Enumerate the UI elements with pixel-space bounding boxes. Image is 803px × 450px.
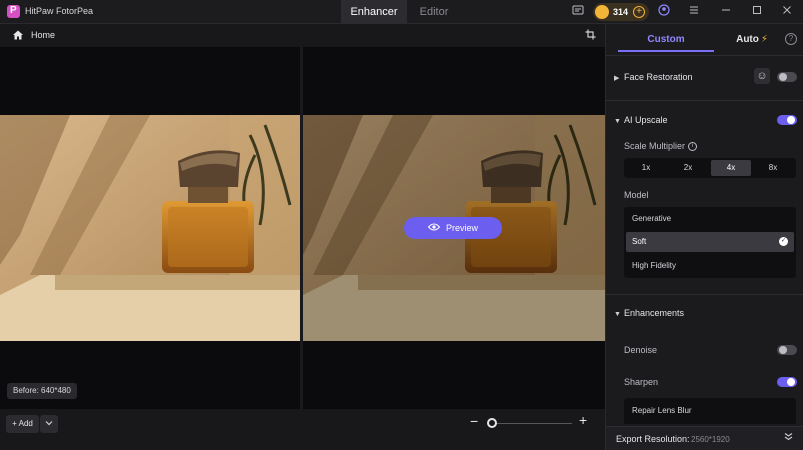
feedback-icon[interactable] xyxy=(570,4,586,20)
ai-upscale-header[interactable]: ▼ AI Upscale xyxy=(614,115,668,125)
app-title: HitPaw FotorPea xyxy=(25,6,94,16)
zoom-out-icon[interactable]: − xyxy=(470,413,478,429)
ai-upscale-label: AI Upscale xyxy=(624,115,668,125)
tab-custom[interactable]: Custom xyxy=(618,28,714,52)
face-restoration-header[interactable]: ▶ Face Restoration xyxy=(614,72,693,82)
breadcrumb-home[interactable]: Home xyxy=(31,30,55,40)
sharpen-label: Sharpen xyxy=(624,377,659,387)
model-option-generative[interactable]: Generative xyxy=(626,209,794,229)
scale-option-4x[interactable]: 4x xyxy=(711,160,751,176)
scale-option-8x[interactable]: 8x xyxy=(753,160,793,176)
scale-option-1x[interactable]: 1x xyxy=(626,160,666,176)
before-image xyxy=(0,115,300,341)
tab-auto-label: Auto xyxy=(736,34,759,45)
help-icon[interactable]: ? xyxy=(785,33,797,45)
coin-icon xyxy=(595,5,609,19)
chevron-down-icon[interactable] xyxy=(40,415,58,433)
divider xyxy=(606,100,803,101)
preview-button[interactable]: Preview xyxy=(404,217,502,239)
app-logo xyxy=(7,5,20,18)
chevron-double-down-icon[interactable] xyxy=(784,432,793,444)
tab-enhancer[interactable]: Enhancer xyxy=(341,0,407,24)
home-icon[interactable] xyxy=(12,29,24,41)
ai-upscale-toggle[interactable] xyxy=(777,115,797,125)
scale-option-2x[interactable]: 2x xyxy=(668,160,708,176)
add-credits-icon[interactable]: + xyxy=(633,6,645,18)
model-label: Model xyxy=(624,190,649,200)
scale-multiplier-text: Scale Multiplier xyxy=(624,141,686,151)
zoom-slider[interactable] xyxy=(492,423,572,424)
repair-lens-blur-label: Repair Lens Blur xyxy=(632,406,692,415)
settings-panel: Custom Auto ⚡ ? ▶ Face Restoration ☺ ▼ AI U… xyxy=(605,24,803,450)
denoise-toggle[interactable] xyxy=(777,345,797,355)
info-icon[interactable]: i xyxy=(688,142,698,152)
eye-icon xyxy=(427,217,441,239)
divider xyxy=(606,55,803,56)
repair-lens-blur-option[interactable]: Repair Lens Blur xyxy=(624,398,796,424)
close-icon[interactable] xyxy=(779,4,795,20)
bolt-icon: ⚡ xyxy=(760,34,768,45)
model-option-high-fidelity[interactable]: High Fidelity xyxy=(626,256,794,276)
tab-auto[interactable]: Auto ⚡ xyxy=(716,28,788,52)
export-resolution-value: 2560*1920 xyxy=(691,435,730,444)
export-resolution-label: Export Resolution: xyxy=(616,434,690,444)
maximize-icon[interactable] xyxy=(749,4,765,20)
zoom-in-icon[interactable]: + xyxy=(579,412,587,428)
tab-editor[interactable]: Editor xyxy=(408,0,460,24)
divider xyxy=(606,294,803,295)
enhancements-label: Enhancements xyxy=(624,308,685,318)
scale-multiplier-label: Scale Multiplier i xyxy=(624,141,698,152)
denoise-label: Denoise xyxy=(624,345,658,355)
image-canvas[interactable]: Preview Before: 640*480 xyxy=(0,47,605,409)
model-option-soft[interactable]: Soft ✓ xyxy=(626,232,794,252)
credits-count: 314 xyxy=(613,7,629,17)
caret-down-icon: ▼ xyxy=(614,311,621,318)
breadcrumb-bar: Home xyxy=(0,24,605,47)
sharpen-toggle[interactable] xyxy=(777,377,797,387)
minimize-icon[interactable] xyxy=(718,4,734,20)
preview-label: Preview xyxy=(445,223,478,233)
menu-icon[interactable] xyxy=(686,4,702,20)
face-icon[interactable]: ☺ xyxy=(754,68,770,84)
bottom-toolbar: + Add − + xyxy=(0,409,605,450)
crop-icon[interactable] xyxy=(585,29,596,43)
model-list: Generative Soft ✓ High Fidelity xyxy=(624,207,796,278)
caret-down-icon: ▼ xyxy=(614,118,621,125)
add-image-button[interactable]: + Add xyxy=(6,415,39,433)
zoom-slider-handle[interactable] xyxy=(487,418,497,428)
face-restoration-toggle[interactable] xyxy=(777,72,797,82)
scale-multiplier-selector: 1x 2x 4x 8x xyxy=(624,158,796,178)
model-option-soft-label: Soft xyxy=(632,237,647,246)
check-icon: ✓ xyxy=(779,237,788,246)
account-icon[interactable] xyxy=(656,4,672,20)
export-resolution-bar[interactable]: Export Resolution: 2560*1920 xyxy=(606,426,803,450)
caret-right-icon: ▶ xyxy=(614,75,620,82)
face-restoration-label: Face Restoration xyxy=(624,72,693,82)
before-resolution-badge: Before: 640*480 xyxy=(7,383,77,399)
credits-badge[interactable]: 314 + xyxy=(593,3,649,21)
enhancements-header[interactable]: ▼ Enhancements xyxy=(614,308,684,318)
title-bar: HitPaw FotorPea Enhancer Editor 314 + xyxy=(0,0,803,24)
